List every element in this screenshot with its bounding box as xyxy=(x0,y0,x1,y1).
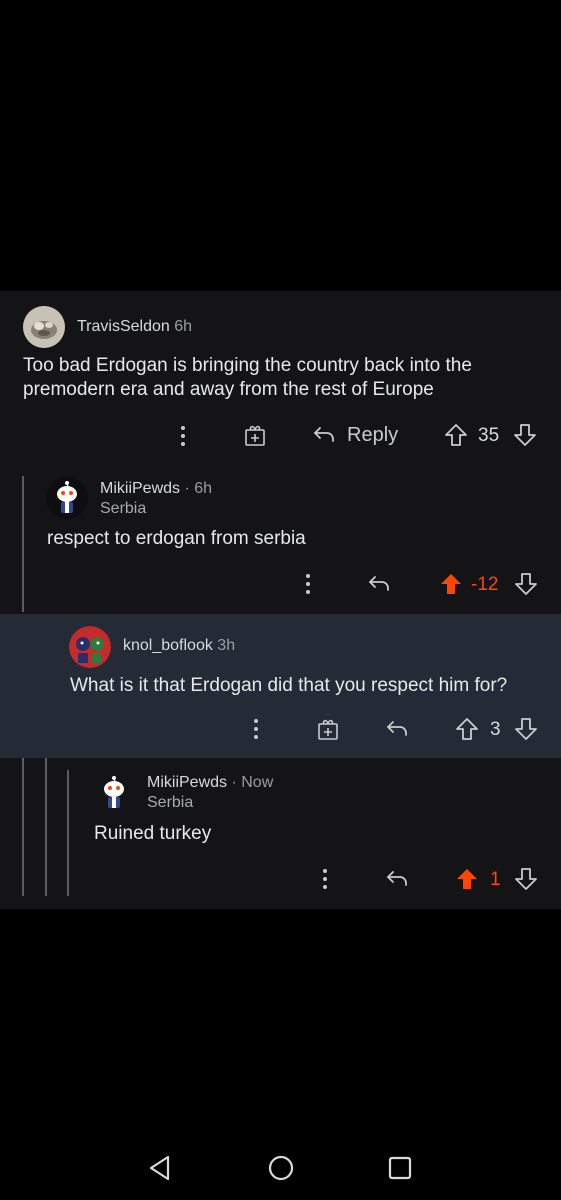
comment-body: What is it that Erdogan did that you res… xyxy=(70,675,508,696)
comment-body: Ruined turkey xyxy=(94,823,212,844)
upvote-icon[interactable] xyxy=(455,717,479,741)
reply-icon[interactable] xyxy=(367,574,391,594)
upvote-icon[interactable] xyxy=(439,572,463,596)
more-icon[interactable] xyxy=(300,572,316,596)
vote-score: 35 xyxy=(478,425,500,446)
comment-meta: MikiiPewds · 6h xyxy=(100,480,212,498)
nav-home-icon[interactable] xyxy=(267,1154,295,1182)
thread-line[interactable] xyxy=(67,770,69,896)
comment-body: respect to erdogan from serbia xyxy=(47,528,306,549)
upvote-icon[interactable] xyxy=(444,423,468,447)
timestamp: 6h xyxy=(174,318,193,335)
avatar[interactable] xyxy=(46,477,88,519)
upvote-icon[interactable] xyxy=(455,867,479,891)
timestamp: 3h xyxy=(217,637,236,654)
reply-icon[interactable] xyxy=(385,719,409,739)
downvote-icon[interactable] xyxy=(514,572,538,596)
separator: · xyxy=(184,480,190,497)
vote-score: -12 xyxy=(471,574,499,595)
more-icon[interactable] xyxy=(175,424,191,448)
thread-line[interactable] xyxy=(22,758,24,896)
separator: · xyxy=(231,774,237,791)
reply-button[interactable]: Reply xyxy=(347,424,398,447)
comment-body: Too bad Erdogan is bringing the country … xyxy=(23,354,543,402)
downvote-icon[interactable] xyxy=(514,867,538,891)
nav-recents-icon[interactable] xyxy=(387,1155,413,1181)
thread-line[interactable] xyxy=(45,758,47,896)
user-flair: Serbia xyxy=(147,794,194,811)
downvote-icon[interactable] xyxy=(513,423,537,447)
vote-score: 3 xyxy=(490,719,501,740)
timestamp: Now xyxy=(241,774,274,791)
comment-body-line: Too bad Erdogan is bringing the country … xyxy=(23,355,472,376)
username[interactable]: MikiiPewds xyxy=(100,480,180,497)
reply-icon[interactable] xyxy=(385,869,409,889)
award-icon[interactable] xyxy=(243,423,267,447)
comment-meta: TravisSeldon 6h xyxy=(77,318,192,336)
thread-line[interactable] xyxy=(22,476,24,612)
comment-meta: MikiiPewds · Now xyxy=(147,774,273,792)
reply-icon[interactable] xyxy=(312,425,336,445)
downvote-icon[interactable] xyxy=(514,717,538,741)
username[interactable]: TravisSeldon xyxy=(77,318,170,335)
avatar[interactable] xyxy=(23,306,65,348)
vote-score: 1 xyxy=(490,869,501,890)
avatar[interactable] xyxy=(69,626,111,668)
more-icon[interactable] xyxy=(317,867,333,891)
more-icon[interactable] xyxy=(248,717,264,741)
timestamp: 6h xyxy=(194,480,213,497)
user-flair: Serbia xyxy=(100,500,147,517)
username[interactable]: knol_boflook xyxy=(123,637,213,654)
username[interactable]: MikiiPewds xyxy=(147,774,227,791)
avatar[interactable] xyxy=(93,772,135,814)
nav-back-icon[interactable] xyxy=(148,1155,172,1181)
comment-meta: knol_boflook 3h xyxy=(123,637,235,655)
comment-body-line: premodern era and away from the rest of … xyxy=(23,379,434,400)
award-icon[interactable] xyxy=(316,717,340,741)
